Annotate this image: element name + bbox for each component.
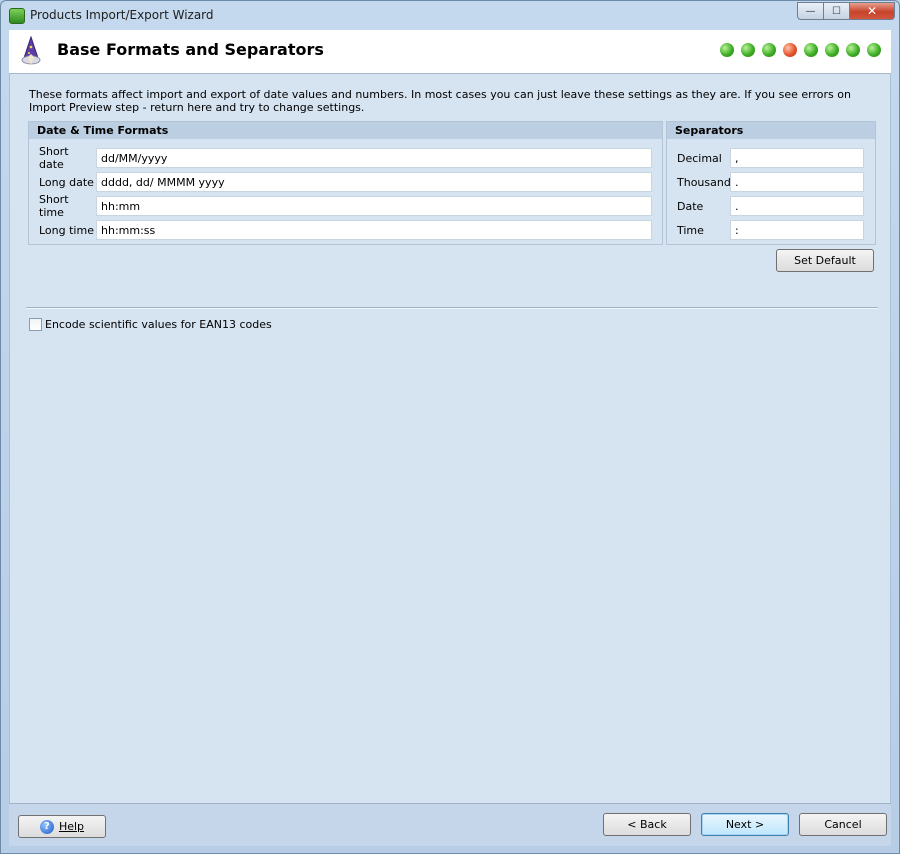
thousand-row: Thousand bbox=[677, 172, 864, 192]
step-dot-7 bbox=[846, 43, 860, 57]
decimal-label: Decimal bbox=[677, 151, 722, 165]
back-button[interactable]: < Back bbox=[603, 813, 691, 836]
thousand-label: Thousand bbox=[677, 175, 731, 189]
window-controls: — ☐ ✕ bbox=[797, 2, 895, 20]
encode-ean13-label: Encode scientific values for EAN13 codes bbox=[45, 318, 272, 331]
datetime-group: Date & Time Formats Short date Long date… bbox=[28, 121, 663, 245]
page-title: Base Formats and Separators bbox=[57, 40, 324, 59]
decimal-row: Decimal bbox=[677, 148, 864, 168]
help-label: Help bbox=[58, 820, 85, 833]
short-time-label: Short time bbox=[39, 193, 69, 219]
step-dot-5 bbox=[804, 43, 818, 57]
wizard-header: Base Formats and Separators bbox=[9, 30, 891, 74]
app-icon bbox=[9, 8, 25, 24]
thousand-input[interactable] bbox=[730, 172, 864, 192]
date-separator-row: Date bbox=[677, 196, 864, 216]
footer-bar: ? Help < Back Next > Cancel bbox=[9, 803, 891, 846]
encode-ean13-option[interactable]: Encode scientific values for EAN13 codes bbox=[29, 318, 272, 331]
section-divider bbox=[26, 307, 878, 309]
wizard-icon bbox=[21, 36, 41, 65]
minimize-button[interactable]: — bbox=[797, 2, 824, 20]
separators-group: Separators Decimal Thousand Date Time bbox=[666, 121, 876, 245]
long-date-label: Long date bbox=[39, 175, 94, 189]
date-separator-input[interactable] bbox=[730, 196, 864, 216]
long-time-row: Long time bbox=[39, 220, 652, 240]
cancel-button[interactable]: Cancel bbox=[799, 813, 887, 836]
set-default-button[interactable]: Set Default bbox=[776, 249, 874, 272]
step-dot-4 bbox=[783, 43, 797, 57]
intro-text: These formats affect import and export o… bbox=[29, 88, 851, 114]
long-time-label: Long time bbox=[39, 223, 94, 237]
short-date-input[interactable] bbox=[96, 148, 652, 168]
separators-heading: Separators bbox=[667, 122, 875, 139]
long-date-row: Long date bbox=[39, 172, 652, 192]
main-panel: These formats affect import and export o… bbox=[9, 74, 891, 803]
step-indicator bbox=[720, 43, 881, 57]
short-time-input[interactable] bbox=[96, 196, 652, 216]
short-date-label: Short date bbox=[39, 145, 69, 171]
date-separator-label: Date bbox=[677, 199, 704, 213]
decimal-input[interactable] bbox=[730, 148, 864, 168]
short-date-row: Short date bbox=[39, 145, 652, 171]
time-separator-label: Time bbox=[677, 223, 704, 237]
step-dot-6 bbox=[825, 43, 839, 57]
wizard-window: Products Import/Export Wizard — ☐ ✕ Base… bbox=[0, 0, 900, 854]
window-title: Products Import/Export Wizard bbox=[30, 8, 214, 22]
next-button[interactable]: Next > bbox=[701, 813, 789, 836]
short-time-row: Short time bbox=[39, 193, 652, 219]
title-bar[interactable]: Products Import/Export Wizard — ☐ ✕ bbox=[1, 1, 899, 30]
help-button[interactable]: ? Help bbox=[18, 815, 106, 838]
long-date-input[interactable] bbox=[96, 172, 652, 192]
maximize-button[interactable]: ☐ bbox=[824, 2, 850, 20]
encode-ean13-checkbox[interactable] bbox=[29, 318, 42, 331]
close-button[interactable]: ✕ bbox=[850, 2, 895, 20]
step-dot-1 bbox=[720, 43, 734, 57]
time-separator-input[interactable] bbox=[730, 220, 864, 240]
step-dot-8 bbox=[867, 43, 881, 57]
help-icon: ? bbox=[39, 819, 54, 834]
time-separator-row: Time bbox=[677, 220, 864, 240]
datetime-heading: Date & Time Formats bbox=[29, 122, 662, 139]
step-dot-2 bbox=[741, 43, 755, 57]
long-time-input[interactable] bbox=[96, 220, 652, 240]
step-dot-3 bbox=[762, 43, 776, 57]
